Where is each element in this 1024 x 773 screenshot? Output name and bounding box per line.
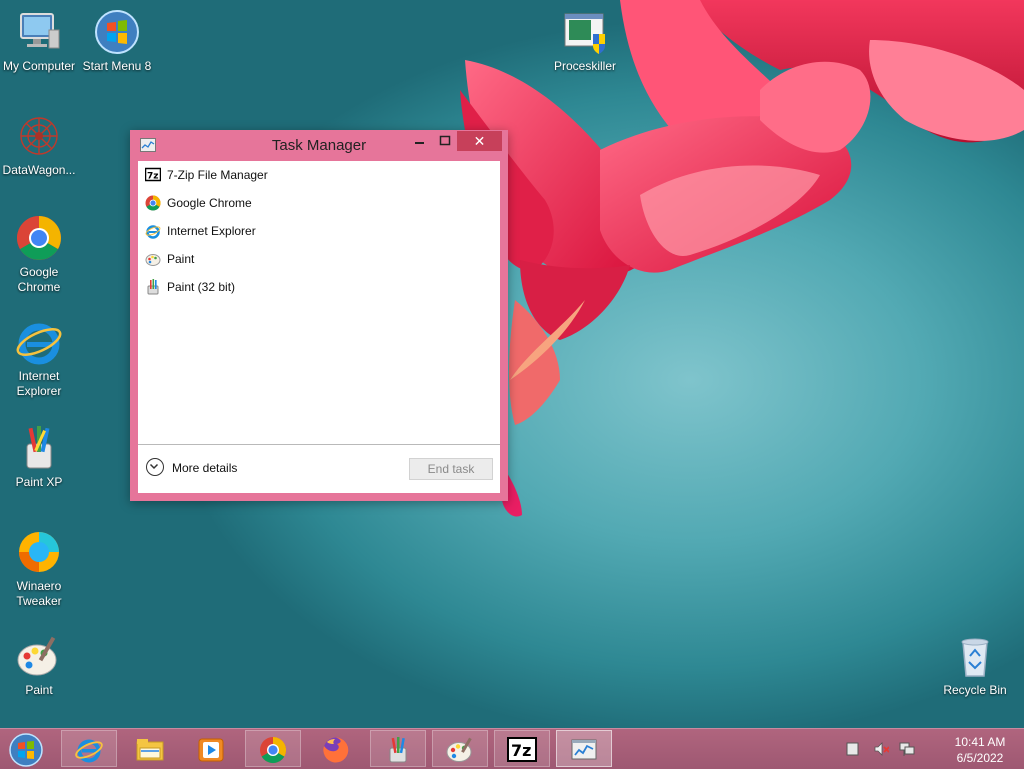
minimize-icon — [415, 142, 424, 144]
clock-date: 6/5/2022 — [956, 751, 1004, 765]
task-manager-icon — [571, 739, 597, 760]
datawagon-icon — [15, 112, 63, 160]
start-orb-icon — [93, 8, 141, 56]
taskbar-button-media-player[interactable] — [183, 730, 239, 767]
process-name: Paint (32 bit) — [167, 280, 236, 294]
taskbar-button-7zip[interactable]: 7z — [494, 730, 550, 767]
taskbar-button-paint[interactable] — [432, 730, 488, 767]
taskbar-button-paint-32bit[interactable] — [370, 730, 426, 767]
chevron-down-icon — [146, 458, 164, 476]
desktop-icon-paint-xp[interactable]: Paint XP — [0, 424, 78, 490]
start-orb-icon — [9, 733, 43, 767]
more-details-toggle[interactable]: More details — [146, 458, 237, 478]
process-item-paint-32bit[interactable]: Paint (32 bit) — [138, 273, 500, 301]
end-task-button[interactable]: End task — [409, 458, 493, 480]
media-player-icon — [198, 738, 224, 762]
desktop-icon-internet-explorer[interactable]: Internet Explorer — [0, 318, 78, 399]
paint-palette-icon — [145, 254, 161, 266]
process-item-paint[interactable]: Paint — [138, 245, 500, 273]
desktop-icon-recycle-bin[interactable]: Recycle Bin — [936, 632, 1014, 698]
paint-palette-icon — [15, 632, 63, 680]
taskbar-button-google-chrome[interactable] — [245, 730, 301, 767]
desktop-icon-label: Recycle Bin — [943, 683, 1007, 697]
firefox-icon — [323, 737, 349, 763]
desktop-icon-label: Proceskiller — [553, 59, 616, 73]
desktop-icon-label: Start Menu 8 — [82, 59, 152, 73]
volume-muted-icon[interactable] — [873, 741, 889, 757]
desktop-icon-winaero-tweaker[interactable]: Winaero Tweaker — [0, 528, 78, 609]
computer-icon — [15, 8, 63, 56]
svg-text:7z: 7z — [511, 741, 531, 760]
desktop-icon-label: DataWagon... — [2, 163, 76, 177]
paint-palette-icon — [446, 737, 472, 762]
ie-icon — [75, 739, 103, 763]
process-name: Internet Explorer — [167, 224, 256, 238]
desktop-icon-paint[interactable]: Paint — [0, 632, 78, 698]
desktop-icon-google-chrome[interactable]: Google Chrome — [0, 214, 78, 295]
proceskiller-icon — [561, 8, 609, 56]
7zip-icon: 7z — [507, 737, 537, 762]
close-button[interactable]: ✕ — [457, 131, 502, 151]
minimize-button[interactable] — [406, 132, 432, 152]
taskbar-button-file-explorer[interactable] — [122, 730, 178, 767]
process-list: 7z 7-Zip File Manager Google Chrome Inte… — [138, 161, 500, 301]
process-name: Paint — [167, 252, 195, 266]
desktop-icon-proceskiller[interactable]: Proceskiller — [546, 8, 624, 74]
chrome-icon — [15, 214, 63, 262]
desktop-icon-label: Winaero Tweaker — [16, 579, 62, 608]
desktop-icon-start-menu-8[interactable]: Start Menu 8 — [78, 8, 156, 74]
taskbar-clock[interactable]: 10:41 AM 6/5/2022 — [940, 734, 1020, 766]
process-item-7zip[interactable]: 7z 7-Zip File Manager — [138, 161, 500, 189]
taskbar-button-internet-explorer[interactable] — [61, 730, 117, 767]
footer-divider — [138, 444, 500, 445]
desktop-icon-datawagon[interactable]: DataWagon... — [0, 112, 78, 178]
7zip-icon: 7z — [145, 167, 161, 182]
desktop-icon-label: Internet Explorer — [16, 369, 62, 398]
start-button[interactable] — [8, 732, 44, 768]
taskbar-button-firefox[interactable] — [308, 730, 364, 767]
desktop: My Computer Start Menu 8 Proceskiller Da… — [0, 0, 1024, 728]
more-details-label: More details — [172, 461, 238, 475]
paint-xp-icon — [15, 424, 63, 472]
desktop-icon-label: Paint — [25, 683, 53, 697]
process-item-internet-explorer[interactable]: Internet Explorer — [138, 217, 500, 245]
process-name: Google Chrome — [167, 196, 252, 210]
recycle-bin-icon — [951, 632, 999, 680]
paint-brush-icon — [389, 737, 407, 763]
file-explorer-icon — [136, 739, 164, 761]
winaero-tweaker-icon — [15, 528, 63, 576]
task-manager-window: Task Manager ✕ 7z 7-Zip File Manager Goo… — [130, 130, 508, 501]
process-item-google-chrome[interactable]: Google Chrome — [138, 189, 500, 217]
ie-icon — [15, 318, 63, 366]
taskbar: 7z 10:41 AM 6/5/2022 — [0, 728, 1024, 769]
maximize-icon — [439, 135, 451, 146]
taskbar-button-task-manager[interactable] — [556, 730, 612, 767]
desktop-icon-label: My Computer — [2, 59, 76, 73]
title-bar[interactable]: Task Manager ✕ — [130, 130, 508, 160]
task-manager-body: 7z 7-Zip File Manager Google Chrome Inte… — [138, 161, 500, 493]
maximize-button[interactable] — [432, 132, 458, 152]
clock-time: 10:41 AM — [954, 735, 1006, 749]
ie-icon — [145, 225, 161, 239]
process-name: 7-Zip File Manager — [167, 168, 268, 182]
network-icon[interactable] — [899, 741, 915, 757]
desktop-icon-label: Paint XP — [15, 475, 63, 489]
paint-brush-icon — [147, 279, 159, 295]
desktop-icon-label: Google Chrome — [17, 265, 61, 294]
chrome-icon — [260, 736, 287, 764]
chrome-icon — [145, 195, 161, 211]
desktop-icon-my-computer[interactable]: My Computer — [0, 8, 78, 74]
show-desktop-icon[interactable] — [845, 741, 861, 757]
svg-text:7z: 7z — [147, 172, 159, 182]
close-icon: ✕ — [473, 133, 486, 149]
